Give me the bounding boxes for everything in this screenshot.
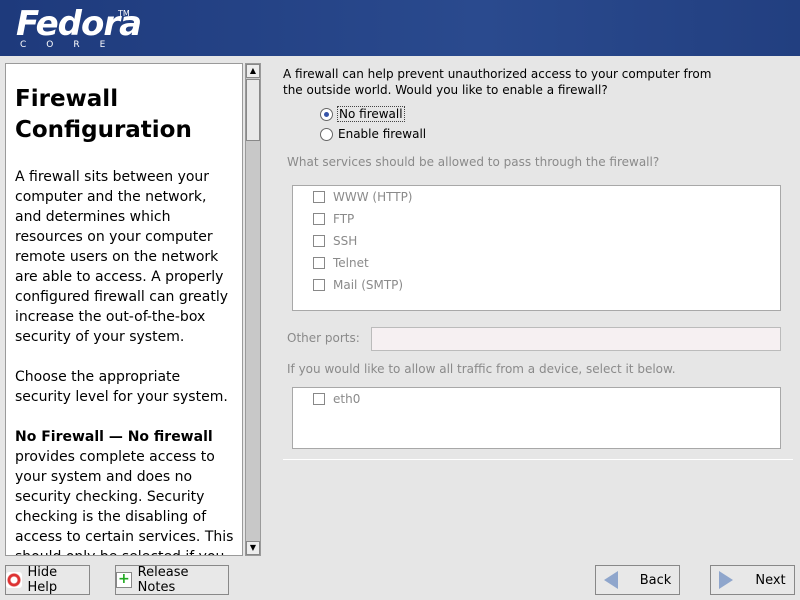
logo-trademark: TM (118, 9, 130, 18)
service-checkbox-ftp[interactable]: FTP (313, 212, 354, 226)
scroll-down-arrow-icon[interactable]: ▼ (246, 541, 260, 555)
services-label: What services should be allowed to pass … (287, 155, 660, 169)
next-button[interactable]: Next (710, 565, 795, 595)
next-arrow-icon (719, 571, 734, 589)
help-paragraph: No Firewall — No firewall provides compl… (15, 427, 234, 555)
device-checkbox-eth0[interactable]: eth0 (313, 392, 360, 406)
help-scrollbar[interactable]: ▲ ▼ (245, 63, 261, 556)
back-button[interactable]: Back (595, 565, 680, 595)
service-checkbox-www[interactable]: WWW (HTTP) (313, 190, 412, 204)
logo-subtitle: CORE (20, 40, 126, 50)
other-ports-label: Other ports: (287, 331, 360, 345)
radio-unselected-icon[interactable] (320, 127, 333, 141)
back-arrow-icon (603, 571, 618, 589)
devices-list: eth0 (292, 387, 781, 449)
service-checkbox-ssh[interactable]: SSH (313, 234, 357, 248)
intro-text: A firewall can help prevent unauthorized… (283, 67, 712, 97)
header-banner: Fedora TM CORE (0, 0, 800, 56)
help-panel: Firewall Configuration A firewall sits b… (5, 63, 243, 556)
help-text: provides complete access to your system … (15, 449, 234, 555)
scroll-up-arrow-icon[interactable]: ▲ (246, 64, 260, 78)
help-paragraph: Choose the appropriate security level fo… (15, 369, 228, 405)
radio-no-firewall[interactable]: No firewall (320, 105, 405, 123)
hide-help-button[interactable]: Hide Help (5, 565, 90, 595)
help-bold-lead: No Firewall — No firewall (15, 429, 213, 445)
release-notes-icon: + (116, 571, 132, 588)
other-ports-input[interactable] (371, 327, 781, 351)
radio-enable-firewall[interactable]: Enable firewall (320, 125, 426, 143)
scrollbar-thumb[interactable] (246, 79, 260, 141)
help-paragraph: A firewall sits between your computer an… (15, 169, 229, 345)
radio-selected-icon[interactable] (320, 107, 333, 121)
service-checkbox-telnet[interactable]: Telnet (313, 256, 369, 270)
service-checkbox-smtp[interactable]: Mail (SMTP) (313, 278, 403, 292)
firewall-config-panel: A firewall can help prevent unauthorized… (283, 66, 793, 460)
separator (283, 459, 793, 460)
lifebuoy-icon (6, 572, 22, 588)
release-notes-button[interactable]: + Release Notes (115, 565, 229, 595)
device-label: If you would like to allow all traffic f… (287, 362, 676, 376)
help-title: Firewall Configuration (15, 86, 192, 143)
services-list: WWW (HTTP) FTP SSH Telnet Mail (SMTP) (292, 185, 781, 311)
